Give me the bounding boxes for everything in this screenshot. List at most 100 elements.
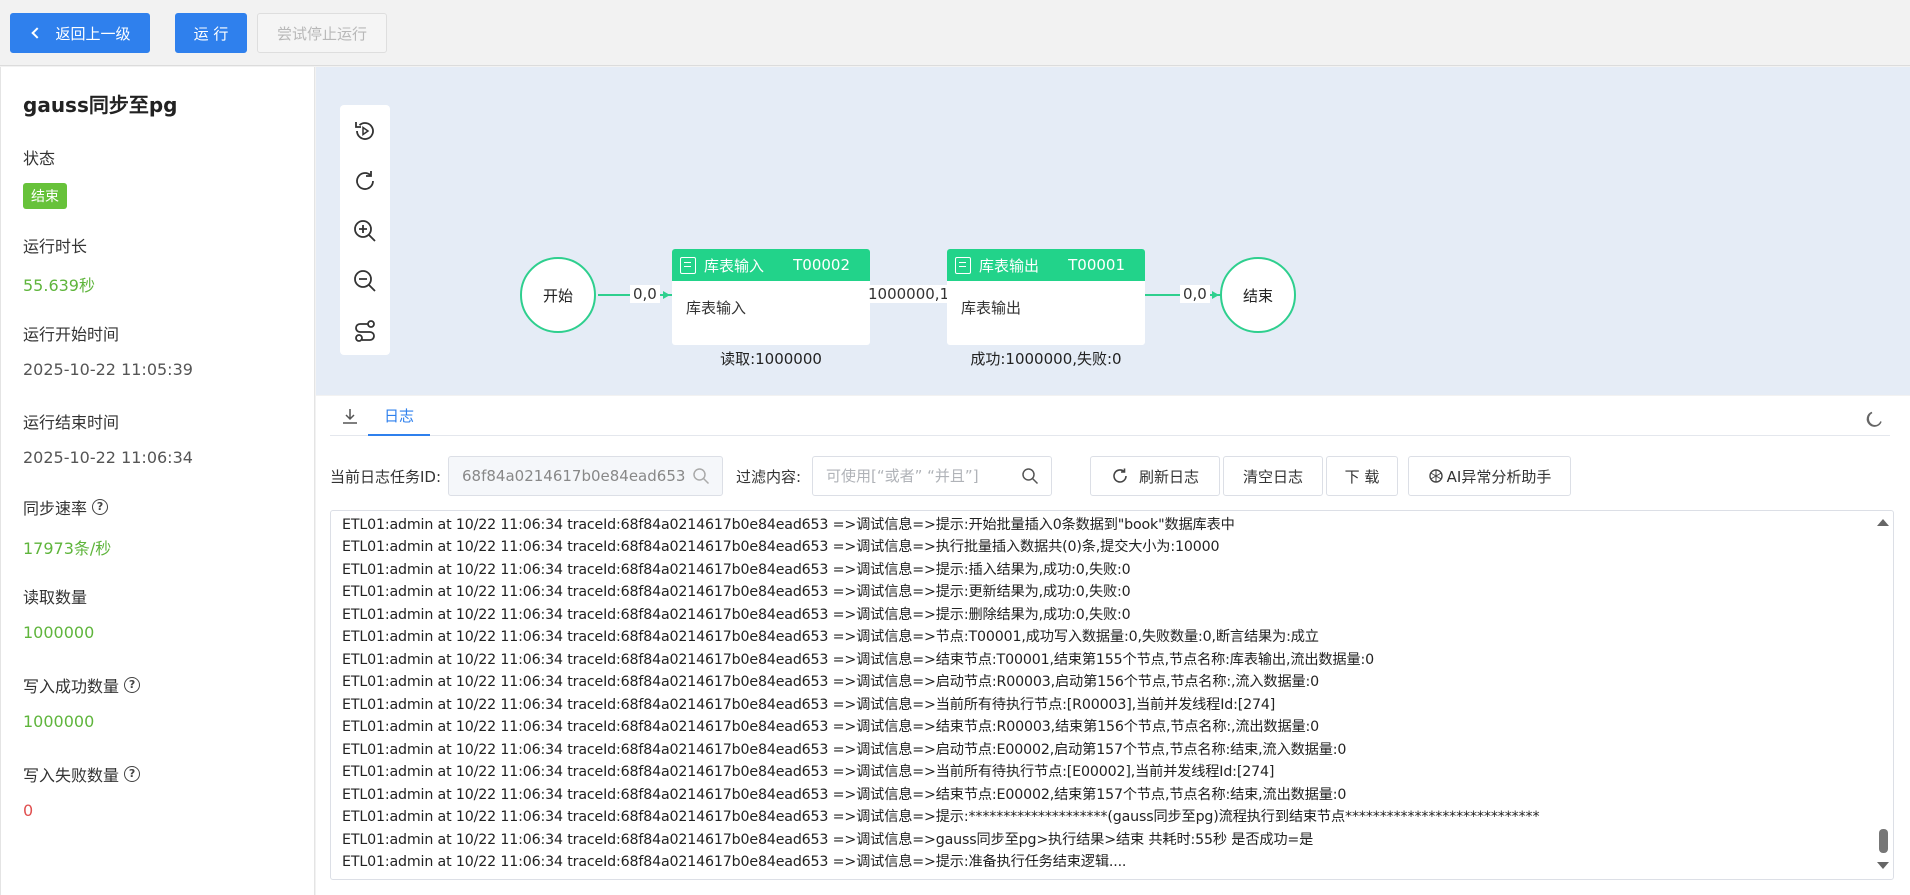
log-line: ETL01:admin at 10/22 11:06:34 traceId:68… bbox=[342, 854, 1127, 870]
read-count-value: 1000000 bbox=[23, 623, 95, 642]
node-code: T00001 bbox=[1068, 256, 1125, 274]
chevron-left-icon bbox=[31, 27, 44, 39]
flow-end-node[interactable]: 结束 bbox=[1220, 257, 1296, 333]
ai-assistant-label: AI异常分析助手 bbox=[1446, 467, 1552, 486]
clear-log-button[interactable]: 清空日志 bbox=[1223, 456, 1323, 496]
route-icon[interactable] bbox=[350, 316, 380, 346]
write-fail-label-row: 写入失败数量 ? bbox=[23, 762, 141, 786]
log-line: ETL01:admin at 10/22 11:06:34 traceId:68… bbox=[342, 809, 1540, 825]
duration-label: 运行时长 bbox=[23, 237, 88, 256]
write-ok-label: 写入成功数量 bbox=[23, 677, 120, 696]
status-badge: 结束 bbox=[23, 183, 67, 209]
job-info-panel: gauss同步至pg 状态 结束 运行时长 55.639秒 运行开始时间 202… bbox=[0, 67, 315, 895]
run-button-label: 运 行 bbox=[193, 24, 229, 43]
search-icon[interactable] bbox=[692, 467, 710, 485]
log-line: ETL01:admin at 10/22 11:06:34 traceId:68… bbox=[342, 697, 1276, 713]
table-doc-icon bbox=[680, 256, 696, 274]
log-line: ETL01:admin at 10/22 11:06:34 traceId:68… bbox=[342, 562, 1131, 578]
rate-label: 同步速率 bbox=[23, 499, 88, 518]
log-line: ETL01:admin at 10/22 11:06:34 traceId:68… bbox=[342, 719, 1320, 735]
stop-button-label: 尝试停止运行 bbox=[276, 24, 367, 43]
task-id-input[interactable]: 68f84a0214617b0e84ead653 bbox=[448, 456, 723, 496]
log-panel: 日志 当前日志任务ID: 68f84a0214617b0e84ead653 过滤… bbox=[316, 396, 1910, 895]
node-header: 库表输入 T00002 bbox=[672, 249, 870, 281]
log-line: ETL01:admin at 10/22 11:06:34 traceId:68… bbox=[342, 742, 1347, 758]
flow-start-node[interactable]: 开始 bbox=[520, 257, 596, 333]
filter-input[interactable] bbox=[812, 456, 1052, 496]
zoom-in-icon[interactable] bbox=[350, 216, 380, 246]
rate-value: 17973条/秒 bbox=[23, 539, 112, 558]
tab-log[interactable]: 日志 bbox=[368, 396, 430, 436]
help-icon[interactable]: ? bbox=[92, 499, 109, 515]
log-line: ETL01:admin at 10/22 11:06:34 traceId:68… bbox=[342, 674, 1320, 690]
end-time-value: 2025-10-22 11:06:34 bbox=[23, 448, 193, 467]
stop-button[interactable]: 尝试停止运行 bbox=[257, 13, 387, 53]
write-ok-value: 1000000 bbox=[23, 712, 95, 731]
end-time-label: 运行结束时间 bbox=[23, 413, 120, 432]
status-label: 状态 bbox=[23, 149, 56, 168]
flow-canvas[interactable] bbox=[316, 67, 1910, 395]
refresh-log-button[interactable]: 刷新日志 bbox=[1090, 456, 1220, 496]
log-line: ETL01:admin at 10/22 11:06:34 traceId:68… bbox=[342, 652, 1375, 668]
moon-icon[interactable] bbox=[1864, 409, 1884, 429]
filter-label: 过滤内容: bbox=[736, 468, 802, 486]
scroll-down-arrow[interactable] bbox=[1877, 862, 1889, 869]
log-tabs: 日志 bbox=[330, 396, 1890, 436]
arrow-icon bbox=[1212, 291, 1219, 299]
top-toolbar: 返回上一级 运 行 尝试停止运行 bbox=[0, 0, 1910, 66]
edge-label: 1000000,1000000 bbox=[868, 285, 947, 303]
node-caption: 读取:1000000 bbox=[720, 350, 822, 368]
edge-label: 0,0 bbox=[1180, 285, 1210, 303]
write-fail-value: 0 bbox=[23, 801, 34, 820]
download-label: 下 载 bbox=[1344, 467, 1380, 486]
node-name: 库表输入 bbox=[704, 256, 765, 275]
flow-node-input[interactable]: 库表输入 T00002 库表输入 bbox=[672, 249, 870, 345]
flow-node-output[interactable]: 库表输出 T00001 库表输出 bbox=[947, 249, 1145, 345]
start-node-label: 开始 bbox=[542, 286, 573, 305]
log-output[interactable]: ETL01:admin at 10/22 11:06:34 traceId:68… bbox=[330, 510, 1894, 880]
scroll-up-arrow[interactable] bbox=[1877, 519, 1889, 526]
rate-label-row: 同步速率 ? bbox=[23, 495, 109, 519]
write-ok-label-row: 写入成功数量 ? bbox=[23, 673, 141, 697]
help-icon[interactable]: ? bbox=[124, 766, 141, 782]
read-count-label: 读取数量 bbox=[23, 588, 88, 607]
search-icon[interactable] bbox=[1021, 467, 1039, 485]
log-line: ETL01:admin at 10/22 11:06:34 traceId:68… bbox=[342, 787, 1347, 803]
node-header: 库表输出 T00001 bbox=[947, 249, 1145, 281]
clear-log-label: 清空日志 bbox=[1242, 467, 1303, 486]
zoom-out-icon[interactable] bbox=[350, 266, 380, 296]
scrollbar-thumb[interactable] bbox=[1879, 829, 1888, 853]
node-body: 库表输入 bbox=[686, 299, 747, 317]
ai-assistant-button[interactable]: AI异常分析助手 bbox=[1408, 456, 1571, 496]
log-line: ETL01:admin at 10/22 11:06:34 traceId:68… bbox=[342, 539, 1220, 555]
log-line: ETL01:admin at 10/22 11:06:34 traceId:68… bbox=[342, 584, 1131, 600]
edge-label: 0,0 bbox=[630, 285, 660, 303]
ai-logo-icon bbox=[1428, 469, 1443, 483]
log-line: ETL01:admin at 10/22 11:06:34 traceId:68… bbox=[342, 832, 1314, 848]
node-name: 库表输出 bbox=[979, 256, 1040, 275]
arrow-icon bbox=[663, 291, 670, 299]
node-code: T00002 bbox=[793, 256, 850, 274]
node-caption: 成功:1000000,失败:0 bbox=[970, 350, 1122, 368]
node-body: 库表输出 bbox=[961, 299, 1022, 317]
help-icon[interactable]: ? bbox=[124, 677, 141, 693]
task-id-value: 68f84a0214617b0e84ead653 bbox=[462, 467, 686, 485]
download-icon[interactable] bbox=[340, 406, 360, 426]
start-time-label: 运行开始时间 bbox=[23, 325, 120, 344]
log-line: ETL01:admin at 10/22 11:06:34 traceId:68… bbox=[342, 764, 1275, 780]
task-id-label: 当前日志任务ID: bbox=[330, 468, 442, 486]
history-icon[interactable] bbox=[350, 116, 380, 146]
download-button[interactable]: 下 载 bbox=[1326, 456, 1398, 496]
write-fail-label: 写入失败数量 bbox=[23, 766, 120, 785]
refresh-icon[interactable] bbox=[350, 166, 380, 196]
log-line: ETL01:admin at 10/22 11:06:34 traceId:68… bbox=[342, 607, 1131, 623]
refresh-icon bbox=[1113, 468, 1127, 483]
start-time-value: 2025-10-22 11:05:39 bbox=[23, 360, 193, 379]
table-doc-icon bbox=[955, 256, 971, 274]
refresh-log-label: 刷新日志 bbox=[1138, 467, 1199, 486]
run-button[interactable]: 运 行 bbox=[175, 13, 247, 53]
log-line: ETL01:admin at 10/22 11:06:34 traceId:68… bbox=[342, 517, 1235, 533]
back-button-label: 返回上一级 bbox=[55, 24, 131, 43]
back-button[interactable]: 返回上一级 bbox=[10, 13, 150, 53]
canvas-toolbar bbox=[340, 105, 390, 355]
